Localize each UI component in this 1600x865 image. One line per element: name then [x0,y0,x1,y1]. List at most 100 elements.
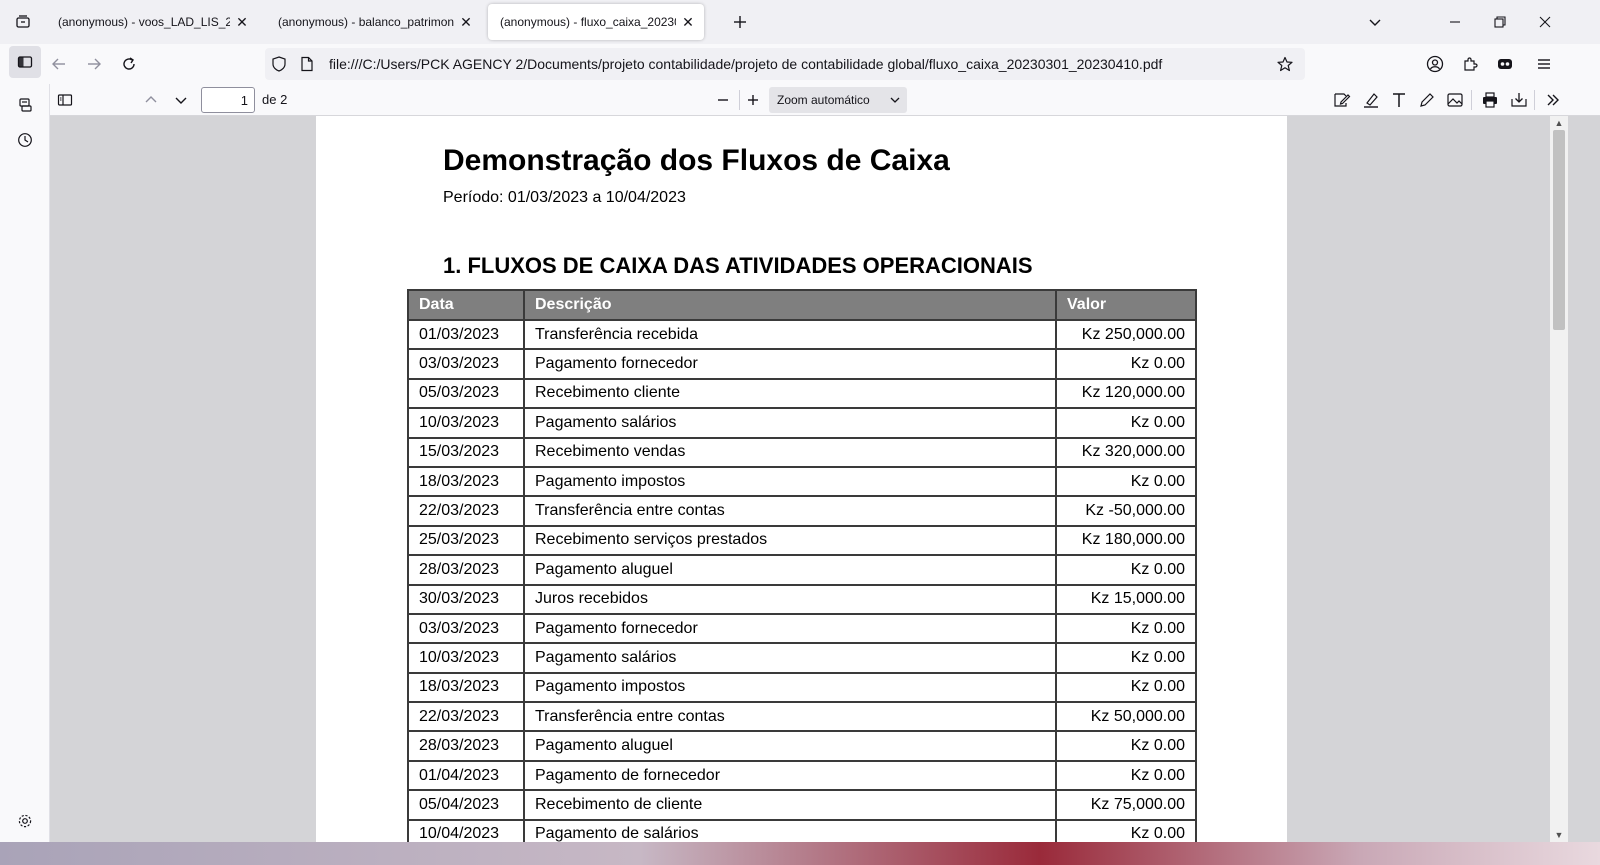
signature-button[interactable] [1329,87,1355,113]
reload-icon [123,57,135,70]
bookmark-star-icon[interactable] [1277,56,1293,72]
gear-icon [18,814,32,828]
restore-icon [1494,16,1506,28]
column-header: Valor [1055,289,1197,321]
description-cell: Transferência entre contas [523,495,1057,527]
description-cell: Transferência entre contas [523,701,1057,733]
download-icon [1511,93,1527,107]
toolbar-divider [1471,90,1472,110]
table-row: 05/03/2023 Recebimento cliente Kz 120,000.… [407,377,1197,410]
close-tab-icon[interactable]: ✕ [680,14,696,30]
zoom-select[interactable]: Zoom automático [769,87,907,113]
pencil-icon [1420,93,1434,107]
table-row: 01/04/2023 Pagamento de fornecedor Kz 0.00 [407,759,1197,792]
zoom-out-button[interactable] [710,87,736,113]
url-bar[interactable]: file:///C:/Users/PCK AGENCY 2/Documents/… [265,48,1305,80]
sidebar-history[interactable] [9,124,41,156]
date-cell: 05/04/2023 [407,789,525,821]
account-button[interactable] [1419,48,1451,80]
description-cell: Pagamento impostos [523,671,1057,704]
tab-fluxo-caixa[interactable]: (anonymous) - fluxo_caixa_2023030 ✕ [488,4,704,40]
chevron-down-icon [175,97,187,104]
tools-menu-button[interactable] [1540,87,1566,113]
pdf-page: Demonstração dos Fluxos de Caixa Período… [316,116,1287,842]
description-cell: Pagamento fornecedor [523,612,1057,645]
value-cell: Kz 75,000.00 [1055,789,1197,821]
extensions-button[interactable] [1454,48,1486,80]
date-cell: 10/04/2023 [407,818,525,842]
tab-label: (anonymous) - fluxo_caixa_2023030 [500,15,676,29]
tab-balanco[interactable]: (anonymous) - balanco_patrimonial ✕ [266,4,482,40]
back-button[interactable] [43,48,75,80]
save-button[interactable] [1506,87,1532,113]
private-browsing-button[interactable] [1489,48,1521,80]
shield-icon[interactable] [271,56,287,72]
date-cell: 10/03/2023 [407,407,525,439]
hamburger-menu-icon [1538,59,1550,69]
forward-button[interactable] [78,48,110,80]
scroll-up-arrow-icon[interactable]: ▲ [1550,116,1568,130]
date-cell: 30/03/2023 [407,583,525,615]
arrow-right-icon [88,58,101,70]
previous-page-button[interactable] [138,87,164,113]
close-tab-icon[interactable]: ✕ [234,14,250,30]
synced-tabs-icon [19,98,32,112]
table-row: 18/03/2023 Pagamento impostos Kz 0.00 [407,671,1197,704]
list-all-tabs-button[interactable] [1352,4,1398,40]
value-cell: Kz 320,000.00 [1055,436,1197,468]
vertical-scrollbar[interactable]: ▲ ▼ [1550,116,1568,842]
pdf-viewer[interactable]: Demonstração dos Fluxos de Caixa Período… [50,116,1600,842]
scrollbar-thumb[interactable] [1553,130,1565,330]
minimize-button[interactable] [1432,4,1478,40]
column-header: Data [407,289,525,321]
table-row: 28/03/2023 Pagamento aluguel Kz 0.00 [407,730,1197,762]
value-cell: Kz 0.00 [1055,671,1197,704]
reload-button[interactable] [113,48,145,80]
date-cell: 22/03/2023 [407,495,525,527]
toolbar-divider [1534,90,1535,110]
table-row: 30/03/2023 Juros recebidos Kz 15,000.00 [407,583,1197,615]
date-cell: 05/03/2023 [407,377,525,410]
value-cell: Kz 0.00 [1055,642,1197,674]
arrow-left-icon [52,58,65,70]
description-cell: Transferência recebida [523,318,1057,351]
print-button[interactable] [1477,87,1503,113]
add-image-button[interactable] [1442,87,1468,113]
printer-icon [1483,92,1497,108]
zoom-in-button[interactable] [740,87,766,113]
file-icon[interactable] [299,56,315,72]
close-tab-icon[interactable]: ✕ [458,14,474,30]
column-header: Descrição [523,289,1057,321]
value-cell: Kz 180,000.00 [1055,524,1197,557]
description-cell: Pagamento salários [523,407,1057,439]
table-row: 10/03/2023 Pagamento salários Kz 0.00 [407,407,1197,439]
scroll-down-arrow-icon[interactable]: ▼ [1550,828,1568,842]
value-cell: Kz -50,000.00 [1055,495,1197,527]
description-cell: Pagamento aluguel [523,730,1057,762]
highlight-button[interactable] [1358,87,1384,113]
zoom-value: Zoom automático [777,93,870,107]
page-count: de 2 [262,92,288,107]
browser-sidebar [0,46,50,865]
menu-button[interactable] [1528,48,1560,80]
restore-button[interactable] [1477,4,1523,40]
draw-button[interactable] [1414,87,1440,113]
value-cell: Kz 0.00 [1055,348,1197,380]
tab-bar: (anonymous) - voos_LAD_LIS_20250 ✕ (anon… [0,0,1600,44]
description-cell: Recebimento cliente [523,377,1057,410]
description-cell: Pagamento impostos [523,465,1057,498]
toggle-sidebar-button[interactable] [52,87,78,113]
sidebar-toggle-button[interactable] [9,46,41,78]
tab-list-button[interactable] [8,8,38,36]
tab-voos[interactable]: (anonymous) - voos_LAD_LIS_20250 ✕ [46,4,258,40]
page-number-input[interactable] [201,87,255,113]
sidebar-synced-tabs[interactable] [9,89,41,121]
close-window-button[interactable] [1522,4,1568,40]
description-cell: Pagamento de salários [523,818,1057,842]
new-tab-button[interactable] [728,10,752,34]
sidebar-settings[interactable] [9,805,41,837]
next-page-button[interactable] [168,87,194,113]
table-row: 28/03/2023 Pagamento aluguel Kz 0.00 [407,554,1197,586]
add-text-button[interactable] [1386,87,1412,113]
description-cell: Juros recebidos [523,583,1057,615]
